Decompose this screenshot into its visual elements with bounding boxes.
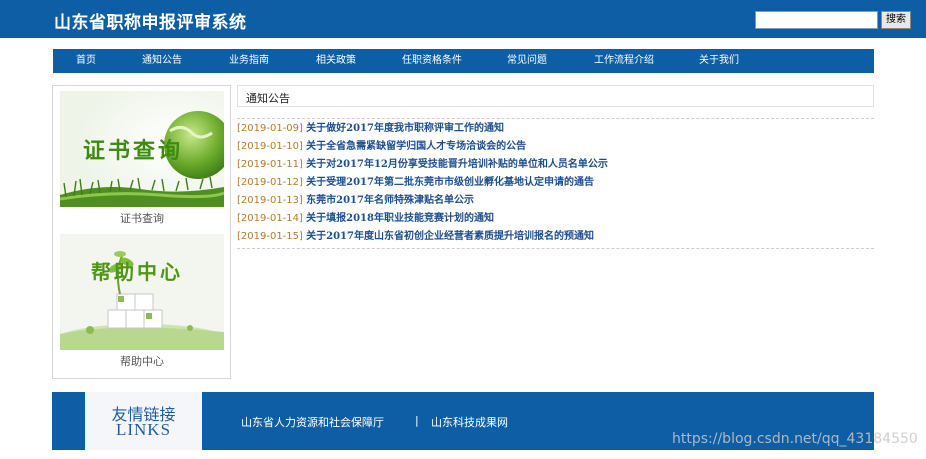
notice-date: [2019-01-10] [237, 141, 303, 152]
certificate-query-caption: 证书查询 [120, 212, 164, 225]
notice-item[interactable]: [2019-01-15] 关于2017年度山东省初创企业经营者素质提升培训报名的… [237, 228, 594, 246]
notice-date: [2019-01-13] [237, 195, 303, 206]
nav-item-guide[interactable]: 业务指南 [229, 49, 269, 73]
notice-item[interactable]: [2019-01-13] 东莞市2017年名师特殊津贴名单公示 [237, 192, 474, 210]
nav-item-home[interactable]: 首页 [76, 49, 96, 73]
notice-title[interactable]: 关于2017年度山东省初创企业经营者素质提升培训报名的预通知 [306, 231, 594, 242]
nav-item-workflow[interactable]: 工作流程介绍 [594, 49, 654, 73]
help-center-caption: 帮助中心 [120, 355, 164, 368]
notices-bottom-divider [237, 248, 874, 249]
notice-date: [2019-01-15] [237, 231, 303, 242]
footer-link-tech-achievements[interactable]: 山东科技成果网 [431, 414, 508, 430]
search-input[interactable] [755, 11, 878, 29]
cubes-plant-illustration [60, 234, 224, 350]
notice-date: [2019-01-12] [237, 177, 303, 188]
watermark-text: https://blog.csdn.net/qq_43184550 [672, 431, 918, 447]
sidebar: 证书查询 证书查询 帮助中心 帮助中心 [52, 85, 231, 379]
help-center-banner: 帮助中心 [60, 234, 224, 350]
certificate-query-banner-text: 证书查询 [83, 139, 184, 164]
notices-top-divider [237, 118, 874, 119]
notice-title[interactable]: 关于填报2018年职业技能竞赛计划的通知 [306, 213, 494, 224]
nav-item-qualifications[interactable]: 任职资格条件 [402, 49, 462, 73]
nav-item-faq[interactable]: 常见问题 [507, 49, 547, 73]
site-title: 山东省职称申报评审系统 [54, 13, 247, 33]
main-nav: 首页 通知公告 业务指南 相关政策 任职资格条件 常见问题 工作流程介绍 关于我… [53, 49, 874, 73]
friendly-links-label-box: 友情链接 LINKS [85, 392, 202, 450]
notice-item[interactable]: [2019-01-10] 关于全省急需紧缺留学归国人才专场洽谈会的公告 [237, 138, 526, 156]
help-center-card[interactable]: 帮助中心 帮助中心 [60, 234, 224, 370]
search-button[interactable]: 搜索 [881, 11, 911, 29]
notice-date: [2019-01-11] [237, 159, 303, 170]
nav-item-policies[interactable]: 相关政策 [316, 49, 356, 73]
notice-title[interactable]: 关于全省急需紧缺留学归国人才专场洽谈会的公告 [306, 141, 526, 152]
nav-item-notices[interactable]: 通知公告 [142, 49, 182, 73]
notices-panel-header: 通知公告 [237, 85, 874, 107]
notice-title[interactable]: 关于对2017年12月份享受技能晋升培训补贴的单位和人员名单公示 [306, 159, 608, 170]
friendly-links-subtitle: LINKS [115, 420, 172, 439]
help-center-banner-text: 帮助中心 [91, 260, 183, 284]
site-header: 山东省职称申报评审系统 搜索 [0, 0, 926, 38]
certificate-query-banner: 证书查询 [60, 91, 224, 207]
notice-title[interactable]: 关于受理2017年第二批东莞市市级创业孵化基地认定申请的通告 [306, 177, 594, 188]
nav-item-about[interactable]: 关于我们 [699, 49, 739, 73]
notice-item[interactable]: [2019-01-12] 关于受理2017年第二批东莞市市级创业孵化基地认定申请… [237, 174, 594, 192]
footer-link-separator: | [415, 414, 419, 427]
notices-heading: 通知公告 [246, 92, 290, 105]
notice-item[interactable]: [2019-01-11] 关于对2017年12月份享受技能晋升培训补贴的单位和人… [237, 156, 608, 174]
notice-date: [2019-01-14] [237, 213, 303, 224]
notice-title[interactable]: 东莞市2017年名师特殊津贴名单公示 [306, 195, 474, 206]
notice-date: [2019-01-09] [237, 123, 303, 134]
footer-link-hrss[interactable]: 山东省人力资源和社会保障厅 [241, 414, 384, 430]
notice-item[interactable]: [2019-01-14] 关于填报2018年职业技能竞赛计划的通知 [237, 210, 494, 228]
notice-title[interactable]: 关于做好2017年度我市职称评审工作的通知 [306, 123, 504, 134]
certificate-query-card[interactable]: 证书查询 证书查询 [60, 91, 224, 227]
notice-item[interactable]: [2019-01-09] 关于做好2017年度我市职称评审工作的通知 [237, 120, 504, 138]
